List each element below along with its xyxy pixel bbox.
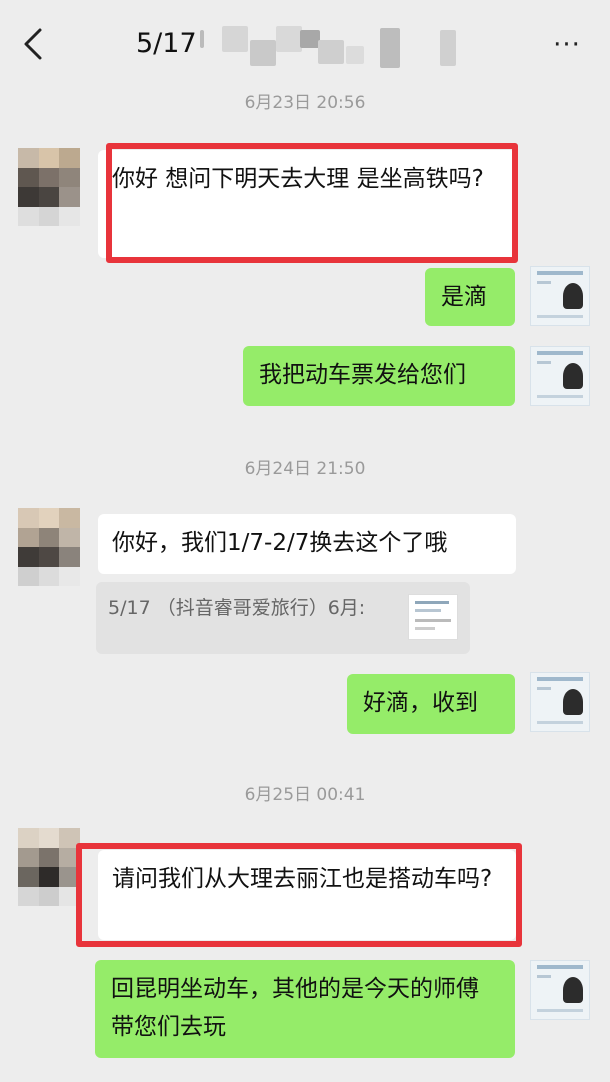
outgoing-message-bubble[interactable]: 我把动车票发给您们	[243, 346, 515, 406]
contact-avatar[interactable]	[18, 508, 80, 586]
back-button[interactable]	[18, 24, 52, 64]
quoted-ticket-thumbnail	[408, 594, 458, 640]
outgoing-message-bubble[interactable]: 回昆明坐动车，其他的是今天的师傅带您们去玩	[95, 960, 515, 1058]
message-text: 请问我们从大理去丽江也是搭动车吗?	[112, 866, 493, 892]
quoted-message[interactable]: 5/17 （抖音睿哥爱旅行）6月:	[96, 582, 470, 654]
chevron-left-icon	[24, 28, 42, 60]
my-avatar[interactable]	[530, 960, 590, 1020]
outgoing-message-bubble[interactable]: 好滴，收到	[347, 674, 515, 734]
more-options-button[interactable]: ···	[548, 30, 586, 60]
incoming-message-bubble[interactable]: 你好 想问下明天去大理 是坐高铁吗?	[98, 150, 516, 258]
quote-text: 5/17 （抖音睿哥爱旅行）6月:	[108, 597, 366, 619]
my-avatar[interactable]	[530, 266, 590, 326]
message-text: 你好，我们1/7-2/7换去这个了哦	[112, 530, 448, 556]
timestamp: 6月23日 20:56	[244, 93, 366, 113]
contact-avatar[interactable]	[18, 828, 80, 906]
message-text: 回昆明坐动车，其他的是今天的师傅带您们去玩	[111, 976, 479, 1040]
message-text: 你好 想问下明天去大理 是坐高铁吗?	[112, 166, 484, 192]
timestamp: 6月25日 00:41	[244, 785, 366, 805]
chat-header: 5/17 ···	[0, 0, 610, 86]
incoming-message-bubble[interactable]: 你好，我们1/7-2/7换去这个了哦	[98, 514, 516, 574]
my-avatar[interactable]	[530, 346, 590, 406]
message-text: 我把动车票发给您们	[259, 362, 466, 388]
timestamp: 6月24日 21:50	[244, 459, 366, 479]
contact-avatar[interactable]	[18, 148, 80, 226]
my-avatar[interactable]	[530, 672, 590, 732]
chat-title: 5/17	[136, 28, 197, 59]
outgoing-message-bubble[interactable]: 是滴	[425, 268, 515, 326]
message-text: 好滴，收到	[363, 690, 478, 716]
message-text: 是滴	[441, 284, 487, 310]
incoming-message-bubble[interactable]: 请问我们从大理去丽江也是搭动车吗?	[98, 850, 516, 940]
